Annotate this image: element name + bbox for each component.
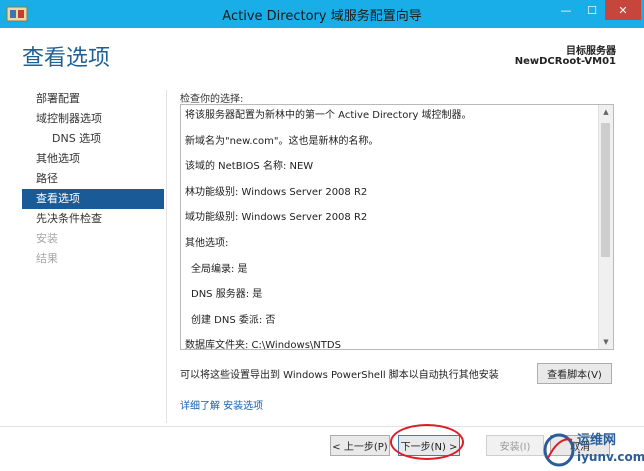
review-line: 创建 DNS 委派: 否 (191, 314, 276, 326)
review-line: 该域的 NetBIOS 名称: NEW (185, 161, 314, 173)
watermark-url: iyunv.com (577, 450, 644, 464)
review-scrollbar[interactable]: ▲ ▼ (598, 105, 613, 349)
install-button: 安装(I) (486, 435, 544, 456)
minimize-button[interactable]: — (553, 0, 579, 20)
nav-item-results: 结果 (36, 252, 58, 265)
wizard-nav: 部署配置 域控制器选项 DNS 选项 其他选项 路径 查看选项 先决条件检查 安… (22, 89, 164, 269)
view-script-button[interactable]: 查看脚本(V) (537, 363, 612, 384)
review-line: 全局编录: 是 (191, 263, 248, 275)
next-button-highlight (390, 424, 464, 460)
review-label: 检查你的选择: (180, 94, 244, 105)
review-line: 林功能级别: Windows Server 2008 R2 (185, 186, 368, 198)
nav-item-dns-options[interactable]: DNS 选项 (22, 129, 164, 149)
watermark: 运维网 iyunv.com (542, 426, 644, 471)
review-content: 将该服务器配置为新林中的第一个 Active Directory 域控制器。 新… (185, 109, 595, 350)
nav-item-dc-options[interactable]: 域控制器选项 (22, 109, 164, 129)
review-line: 新域名为"new.com"。这也是新林的名称。 (185, 135, 379, 147)
review-textbox[interactable]: 将该服务器配置为新林中的第一个 Active Directory 域控制器。 新… (180, 104, 614, 350)
nav-item-deployment[interactable]: 部署配置 (22, 89, 164, 109)
nav-divider (166, 90, 167, 423)
review-line: 其他选项: (185, 237, 229, 249)
window-title: Active Directory 域服务配置向导 (222, 9, 422, 24)
target-server-name: NewDCRoot-VM01 (514, 56, 616, 67)
target-server-label: 目标服务器 (566, 46, 616, 57)
scroll-up-arrow-icon[interactable]: ▲ (599, 105, 613, 119)
maximize-button[interactable]: ☐ (579, 0, 605, 20)
scroll-thumb[interactable] (601, 123, 610, 257)
export-description: 可以将这些设置导出到 Windows PowerShell 脚本以自动执行其他安… (180, 370, 499, 381)
review-line: 数据库文件夹: C:\Windows\NTDS (185, 340, 341, 350)
nav-item-paths[interactable]: 路径 (22, 169, 164, 189)
review-line: 域功能级别: Windows Server 2008 R2 (185, 212, 368, 224)
close-button[interactable]: ✕ (605, 0, 641, 20)
more-about-install-options-link[interactable]: 详细了解 安装选项 (180, 397, 263, 412)
nav-item-prereq-check[interactable]: 先决条件检查 (22, 209, 164, 229)
page-title: 查看选项 (22, 46, 111, 71)
nav-item-additional-options[interactable]: 其他选项 (22, 149, 164, 169)
nav-item-review-options[interactable]: 查看选项 (22, 189, 164, 209)
nav-item-installation: 安装 (36, 232, 58, 245)
title-bar: Active Directory 域服务配置向导 — ☐ ✕ (0, 0, 644, 28)
scroll-down-arrow-icon[interactable]: ▼ (599, 335, 613, 349)
previous-button[interactable]: < 上一步(P) (330, 435, 390, 456)
watermark-text: 运维网 (577, 433, 617, 448)
review-line: DNS 服务器: 是 (191, 289, 263, 301)
watermark-logo-icon (543, 433, 575, 467)
review-line: 将该服务器配置为新林中的第一个 Active Directory 域控制器。 (185, 110, 472, 121)
